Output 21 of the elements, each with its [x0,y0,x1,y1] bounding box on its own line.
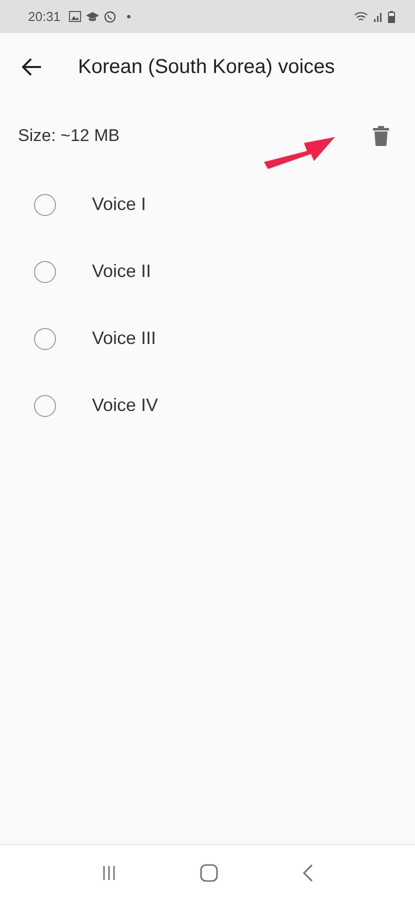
status-time: 20:31 [28,9,61,24]
radio-button[interactable] [34,328,56,350]
radio-button[interactable] [34,260,56,282]
voice-label: Voice IV [92,395,158,416]
image-icon [68,11,81,22]
wifi-icon [354,11,368,22]
graduation-cap-icon [86,11,99,22]
radio-button[interactable] [34,194,56,216]
signal-icon [373,12,383,22]
home-icon[interactable] [199,862,220,882]
voice-label: Voice III [92,328,156,349]
notification-dot: • [126,9,132,24]
voice-label: Voice I [92,194,146,215]
voice-label: Voice II [92,261,152,282]
battery-icon [388,10,395,22]
size-label: Size: ~12 MB [18,126,121,146]
page-title: Korean (South Korea) voices [78,56,335,78]
recent-apps-icon[interactable] [101,864,118,880]
radio-button[interactable] [34,394,56,416]
phone-chat-icon [104,10,116,22]
back-icon[interactable] [302,864,314,882]
